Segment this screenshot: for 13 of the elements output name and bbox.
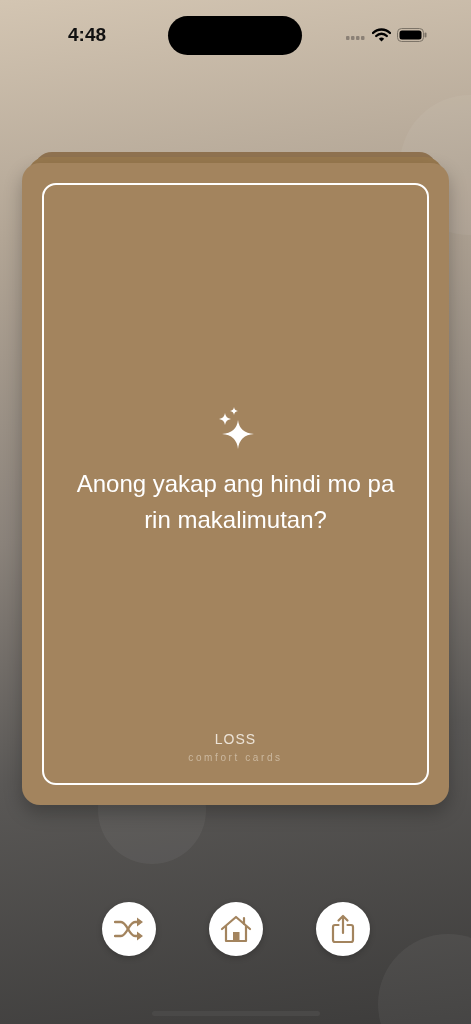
status-time: 4:48 [68,24,107,46]
share-button[interactable] [315,902,370,956]
deck-name: comfort cards [188,752,283,763]
shuffle-icon [113,917,144,941]
signal-icon [346,35,366,41]
shuffle-button[interactable] [101,902,156,956]
home-icon [219,915,252,943]
wifi-icon [372,28,391,42]
battery-icon [397,28,427,42]
home-button[interactable] [208,902,263,956]
category-label: LOSS [214,731,257,747]
share-icon [330,914,355,944]
question-text: Anong yakap ang hindi mo pa rin makalimutan? [75,469,396,535]
